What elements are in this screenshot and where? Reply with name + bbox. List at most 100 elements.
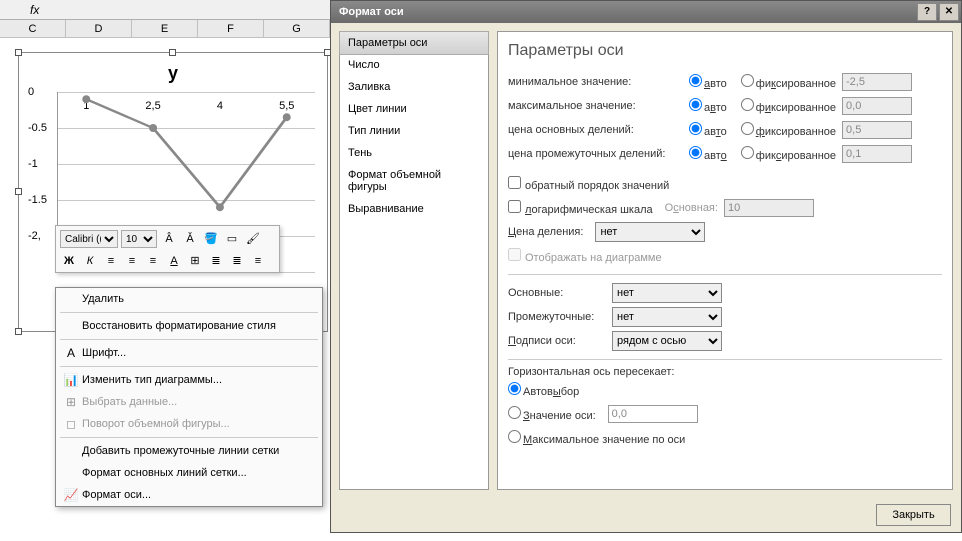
menu-add-gridlines[interactable]: Добавить промежуточные линии сетки [56,440,322,462]
cross-auto-radio[interactable]: Автовыбор [508,382,579,398]
menu-change-chart-type[interactable]: 📊Изменить тип диаграммы... [56,369,322,391]
min-fixed-radio[interactable]: фиксированное [741,74,836,90]
align-right-icon[interactable]: ≡ [144,252,162,270]
fill-color-icon[interactable]: 🪣 [202,230,220,248]
col-header[interactable]: G [264,20,330,37]
display-unit-label: Цена деления: [508,226,583,238]
list-icon[interactable]: ≡ [249,252,267,270]
font-icon: A [60,346,82,360]
reverse-checkbox[interactable]: обратный порядок значений [508,176,669,192]
menu-select-data[interactable]: ⊞Выбрать данные... [56,391,322,413]
minor-auto-radio[interactable]: авто [689,146,727,162]
indent-icon[interactable]: ≣ [207,252,225,270]
minor-unit-label: цена промежуточных делений: [508,148,683,160]
menu-label: Добавить промежуточные линии сетки [82,445,279,457]
cross-value-input[interactable] [608,405,698,423]
grow-font-icon[interactable]: Â [160,230,178,248]
max-value-input[interactable] [842,97,912,115]
minor-fixed-radio[interactable]: фиксированное [741,146,836,162]
dialog-title-text: Формат оси [339,6,404,18]
major-ticks-label: Основные: [508,287,606,299]
show-unit-checkbox[interactable]: Отображать на диаграмме [508,248,662,264]
display-unit-select[interactable]: нет [595,222,705,242]
major-ticks-select[interactable]: нет [612,283,722,303]
log-base-input[interactable] [724,199,814,217]
separator [60,437,318,438]
max-fixed-radio[interactable]: фиксированное [741,98,836,114]
format-painter-icon[interactable]: 🖌 [244,230,262,248]
separator [60,366,318,367]
menu-3d-rotation[interactable]: ◻Поворот объемной фигуры... [56,413,322,435]
close-dialog-button[interactable]: Закрыть [876,504,951,526]
col-header[interactable]: E [132,20,198,37]
major-auto-radio[interactable]: авто [689,122,727,138]
font-size-select[interactable]: 10 [121,230,157,248]
max-auto-radio[interactable]: авто [689,98,727,114]
mini-toolbar: Calibri (( 10 Â Ǎ 🪣 ▭ 🖌 Ж К ≡ ≡ ≡ A ⊞ … [55,225,280,273]
resize-handle[interactable] [15,328,22,335]
fx-label[interactable]: fx [30,3,39,17]
col-header[interactable]: C [0,20,66,37]
separator [508,274,942,275]
menu-label: Изменить тип диаграммы... [82,374,222,386]
nav-3d-format[interactable]: Формат объемной фигуры [340,164,488,198]
dialog-titlebar[interactable]: Формат оси ? ✕ [331,1,961,23]
resize-handle[interactable] [15,49,22,56]
minor-value-input[interactable] [842,145,912,163]
cross-heading: Горизонтальная ось пересекает: [508,366,942,378]
cube-icon: ◻ [60,417,82,431]
shrink-font-icon[interactable]: Ǎ [181,230,199,248]
y-tick: -0.5 [28,122,47,134]
major-value-input[interactable] [842,121,912,139]
nav-line-style[interactable]: Тип линии [340,120,488,142]
separator [60,339,318,340]
menu-label: Выбрать данные... [82,396,177,408]
min-label: минимальное значение: [508,76,683,88]
menu-font[interactable]: AШрифт... [56,342,322,364]
axis-labels-select[interactable]: рядом с осью [612,331,722,351]
minor-ticks-select[interactable]: нет [612,307,722,327]
align-left-icon[interactable]: ≡ [102,252,120,270]
y-tick: -2, [28,230,41,242]
menu-reset-style[interactable]: Восстановить форматирование стиля [56,315,322,337]
menu-format-axis[interactable]: 📈Формат оси... [56,484,322,506]
nav-fill[interactable]: Заливка [340,76,488,98]
nav-line-color[interactable]: Цвет линии [340,98,488,120]
show-unit-label: Отображать на диаграмме [525,252,662,264]
bold-button[interactable]: Ж [60,252,78,270]
dialog-nav: Параметры оси Число Заливка Цвет линии Т… [339,31,489,490]
col-header[interactable]: F [198,20,264,37]
axis-labels-label: Подписи оси: [508,335,606,347]
help-button[interactable]: ? [917,3,937,21]
italic-button[interactable]: К [81,252,99,270]
resize-handle[interactable] [169,49,176,56]
menu-delete[interactable]: Удалить [56,288,322,310]
nav-axis-options[interactable]: Параметры оси [339,31,489,55]
outdent-icon[interactable]: ≣ [228,252,246,270]
resize-handle[interactable] [15,188,22,195]
nav-number[interactable]: Число [340,54,488,76]
min-auto-radio[interactable]: авто [689,74,727,90]
border-icon[interactable]: ▭ [223,230,241,248]
font-color-icon[interactable]: A [165,252,183,270]
align-center-icon[interactable]: ≡ [123,252,141,270]
menu-format-gridlines[interactable]: Формат основных линий сетки... [56,462,322,484]
nav-shadow[interactable]: Тень [340,142,488,164]
y-tick: -1 [28,158,38,170]
chart-title[interactable]: y [19,63,327,84]
major-fixed-radio[interactable]: фиксированное [741,122,836,138]
nav-alignment[interactable]: Выравнивание [340,198,488,220]
borders-icon[interactable]: ⊞ [186,252,204,270]
log-base-label: Основная: [665,202,718,214]
menu-label: Поворот объемной фигуры... [82,418,230,430]
close-button[interactable]: ✕ [939,3,959,21]
font-family-select[interactable]: Calibri (( [60,230,118,248]
menu-label: Шрифт... [82,347,126,359]
cross-max-radio[interactable]: Максимальное значение по оси [508,430,685,446]
major-unit-label: цена основных делений: [508,124,683,136]
min-value-input[interactable] [842,73,912,91]
menu-label: Удалить [82,293,124,305]
log-checkbox[interactable]: логарифмическая шкала [508,200,653,216]
cross-value-radio[interactable]: Значение оси: [508,406,596,422]
col-header[interactable]: D [66,20,132,37]
